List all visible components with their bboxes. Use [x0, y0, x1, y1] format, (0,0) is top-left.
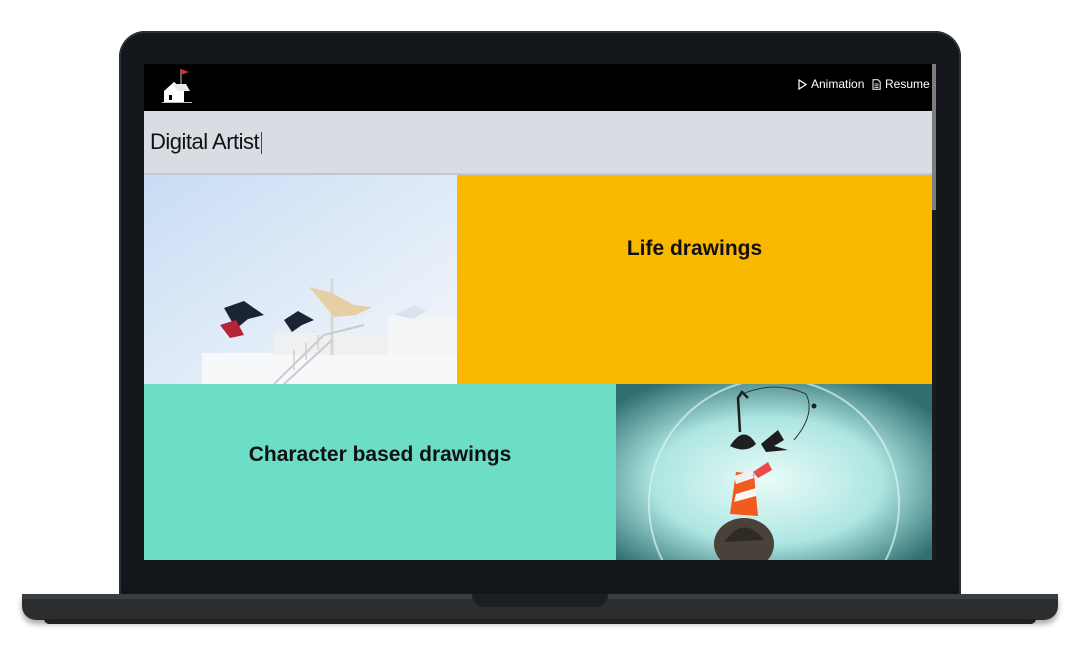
laundry-on-rooftop-photo: [144, 175, 457, 384]
gallery-tile-character-illustration[interactable]: [616, 384, 932, 560]
laptop-foot: [44, 619, 1036, 624]
house-with-flag-logo[interactable]: [160, 67, 194, 105]
page-title: Digital Artist: [150, 129, 263, 155]
scrollbar-thumb[interactable]: [932, 64, 936, 210]
nav-link-resume[interactable]: Resume: [872, 77, 930, 91]
navbar: Animation Resume: [144, 64, 932, 111]
character-illustration: [616, 384, 932, 560]
tile-label: Life drawings: [626, 237, 763, 260]
document-icon: [872, 78, 881, 90]
nav-link-label: Animation: [811, 77, 865, 91]
gallery-tile-character-drawings[interactable]: Character based drawings: [144, 384, 616, 560]
nav-link-animation[interactable]: Animation: [798, 77, 864, 91]
screen: Animation Resume Digital Artist Life dra…: [144, 64, 936, 560]
header-band: Digital Artist: [144, 111, 932, 175]
text-caret: [261, 132, 263, 155]
gallery-tile-life-drawings[interactable]: Life drawings: [457, 175, 932, 384]
laptop-notch: [472, 594, 608, 607]
tile-label: Character based drawings: [248, 443, 512, 466]
nav-link-label: Resume: [885, 77, 930, 91]
play-icon: [798, 78, 807, 90]
gallery-tile-photo[interactable]: [144, 175, 457, 384]
page-title-text: Digital Artist: [150, 129, 260, 154]
